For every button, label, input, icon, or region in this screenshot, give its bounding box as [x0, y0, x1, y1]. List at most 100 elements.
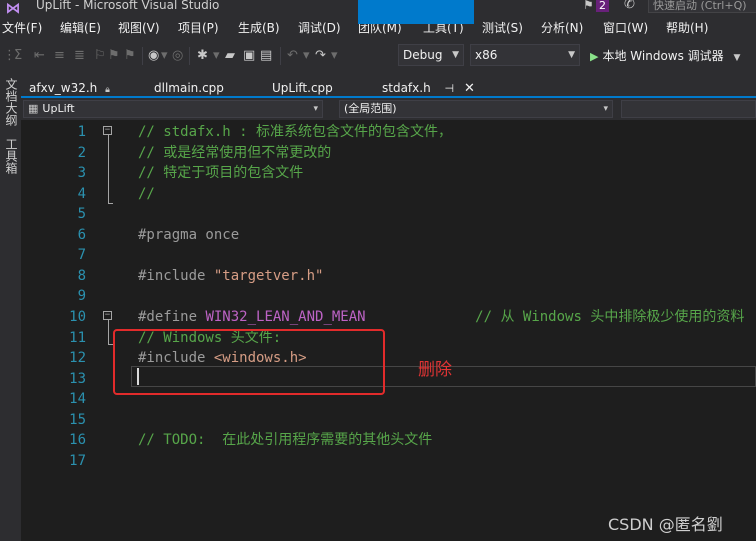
navigate-forward-icon[interactable]: ◎ [172, 48, 183, 64]
notification-badge[interactable]: 2 [596, 0, 609, 12]
code-line[interactable]: // 或是经常使用但不常更改的 [138, 143, 331, 163]
configuration-select[interactable]: Debug ▼ [398, 44, 464, 66]
toolbar-separator [189, 47, 190, 65]
code-line[interactable]: #define WIN32_LEAN_AND_MEAN // 从 Windows… [138, 307, 744, 327]
tab-uplift-cpp[interactable]: UpLift.cpp [272, 81, 333, 95]
menu-test[interactable]: 测试(S) [482, 21, 523, 35]
feedback-icon[interactable]: ✆ [624, 0, 635, 12]
chevron-down-icon: ▼ [568, 50, 575, 60]
undo-icon[interactable]: ↶ [287, 48, 298, 64]
start-debugging-button[interactable]: ▶ 本地 Windows 调试器 ▼ [590, 47, 740, 64]
chevron-down-icon: ▾ [603, 104, 608, 114]
platform-select[interactable]: x86 ▼ [470, 44, 580, 66]
line-number: 9 [77, 288, 86, 304]
line-number: 12 [69, 350, 86, 366]
save-all-icon[interactable]: ▤ [260, 48, 272, 64]
annotation-highlight-box [113, 329, 385, 395]
code-token: #define [138, 309, 206, 325]
line-number: 5 [77, 206, 86, 222]
quick-launch-input[interactable]: 快速启动 (Ctrl+Q) [648, 0, 756, 13]
save-icon[interactable]: ▣ [243, 48, 255, 64]
member-dropdown[interactable] [621, 100, 756, 118]
open-file-icon[interactable]: ▰ [225, 48, 235, 64]
notification-flag-icon[interactable]: ⚑ [583, 0, 594, 12]
visual-studio-logo-icon: ⋈ [5, 0, 21, 17]
tab-stdafx-h[interactable]: stdafx.h ⊣ ✕ [382, 81, 475, 96]
fold-guide-line [108, 135, 109, 203]
window-title: UpLift - Microsoft Visual Studio [36, 0, 220, 12]
line-number: 1 [77, 124, 86, 140]
chevron-down-icon: ▼ [452, 50, 459, 60]
watermark: CSDN @匿名劉 [608, 515, 723, 534]
tab-label: stdafx.h [382, 81, 431, 95]
code-line[interactable]: // TODO: 在此处引用程序需要的其他头文件 [138, 430, 432, 450]
toolbar-separator [280, 47, 281, 65]
sigma-icon[interactable]: Σ [14, 48, 22, 64]
navigate-back-icon[interactable]: ◉ [148, 48, 159, 64]
line-number: 15 [69, 412, 86, 428]
toolbar: ⋮ Σ ⇤ ≡ ≣ ⚐ ⚑ ⚑ ◉ ▾ ◎ ✱ ▾ ▰ ▣ ▤ ↶ ▾ ↷ ▾ … [0, 39, 756, 74]
chevron-down-icon[interactable]: ▾ [161, 48, 168, 64]
comment-icon[interactable]: ≡ [54, 48, 65, 64]
menu-help[interactable]: 帮助(H) [666, 21, 708, 35]
tab-stdafx-h-background[interactable] [358, 0, 474, 24]
code-token: "targetver.h" [213, 268, 324, 284]
tab-label: afxv_w32.h [29, 81, 98, 95]
side-tool-strip: 文档大纲 工具箱 [0, 74, 21, 541]
line-number: 16 [69, 432, 86, 448]
tab-dllmain-cpp[interactable]: dllmain.cpp [154, 81, 224, 95]
chevron-down-icon[interactable]: ▾ [213, 48, 220, 64]
project-dropdown[interactable]: ▦ UpLift ▾ [23, 100, 323, 118]
pin-icon[interactable]: ⊣ [445, 82, 455, 95]
scope-value: (全局范围) [344, 102, 397, 115]
bookmark-prev-icon[interactable]: ⚑ [108, 48, 120, 64]
menu-build[interactable]: 生成(B) [238, 21, 280, 35]
menu-debug[interactable]: 调试(D) [298, 21, 341, 35]
fold-guide-line [108, 320, 109, 344]
menu-window[interactable]: 窗口(W) [603, 21, 648, 35]
new-project-icon[interactable]: ✱ [197, 48, 208, 64]
code-token: WIN32_LEAN_AND_MEAN [205, 309, 366, 325]
line-number: 7 [77, 247, 86, 263]
collapse-toggle-icon[interactable]: − [103, 126, 112, 135]
chevron-down-icon[interactable]: ▾ [331, 48, 338, 64]
decrease-indent-icon[interactable]: ⇤ [34, 48, 45, 64]
lock-icon: 🔒︎ [105, 85, 110, 95]
code-line[interactable]: #pragma once [138, 225, 239, 245]
project-icon: ▦ [28, 102, 39, 115]
tab-afxv-w32-h[interactable]: afxv_w32.h 🔒︎ [29, 81, 110, 97]
chevron-down-icon[interactable]: ▾ [303, 48, 310, 64]
line-number: 10 [69, 309, 86, 325]
scope-dropdown[interactable]: (全局范围) ▾ [339, 100, 613, 118]
chevron-down-icon: ▾ [313, 104, 318, 114]
code-token: // stdafx.h : 标准系统包含文件的包含文件， [138, 124, 453, 140]
close-icon[interactable]: ✕ [464, 81, 475, 96]
code-token: // TODO: 在此处引用程序需要的其他头文件 [138, 432, 433, 448]
menu-project[interactable]: 项目(P) [178, 21, 219, 35]
code-token: #include [138, 268, 214, 284]
line-number: 11 [69, 330, 86, 346]
annotation-label: 删除 [418, 360, 452, 380]
code-line[interactable]: // stdafx.h : 标准系统包含文件的包含文件， [138, 122, 452, 142]
menu-analyze[interactable]: 分析(N) [541, 21, 583, 35]
uncomment-icon[interactable]: ≣ [74, 48, 85, 64]
code-line[interactable]: // [138, 184, 155, 204]
bookmark-icon[interactable]: ⚐ [94, 48, 106, 64]
bookmark-next-icon[interactable]: ⚑ [124, 48, 136, 64]
code-token: #pragma once [138, 227, 240, 243]
play-icon: ▶ [590, 50, 599, 63]
side-tab-document-outline[interactable]: 文档大纲 [3, 78, 18, 126]
menu-edit[interactable]: 编辑(E) [60, 21, 101, 35]
side-tab-toolbox[interactable]: 工具箱 [3, 138, 18, 174]
menu-view[interactable]: 视图(V) [118, 21, 160, 35]
menu-file[interactable]: 文件(F) [2, 21, 42, 35]
line-number: 17 [69, 453, 86, 469]
code-token: // [138, 186, 155, 202]
code-line[interactable]: // 特定于项目的包含文件 [138, 163, 303, 183]
start-debugging-label: 本地 Windows 调试器 [602, 49, 724, 63]
code-line[interactable]: #include "targetver.h" [138, 266, 323, 286]
chevron-down-icon[interactable]: ▼ [734, 53, 741, 63]
collapse-toggle-icon[interactable]: − [103, 311, 112, 320]
code-token: // 从 Windows 头中排除极少使用的资料 [475, 309, 745, 325]
redo-icon[interactable]: ↷ [315, 48, 326, 64]
